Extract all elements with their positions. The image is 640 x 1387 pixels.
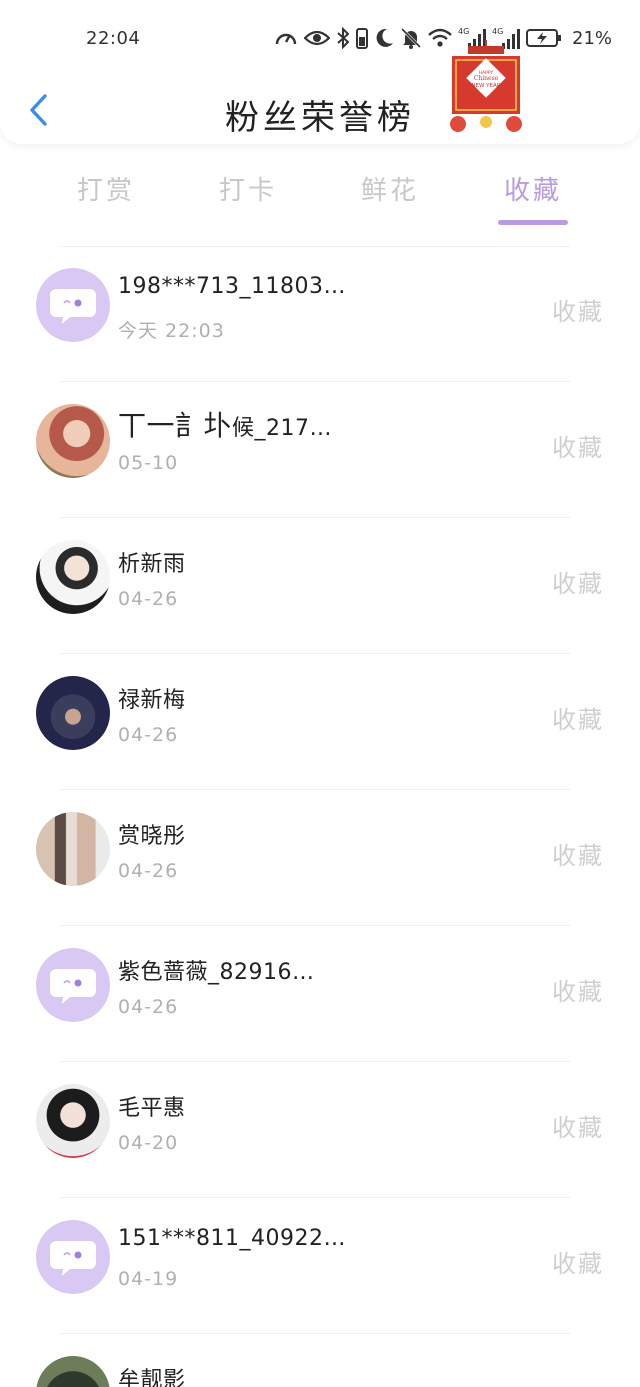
status-icons: 4G 4G 21% [274,24,612,52]
list-item[interactable]: 198***713_11803… 今天 22:03 收藏 [0,246,640,382]
item-date: 05-10 [118,452,179,474]
item-action-label: 收藏 [552,842,604,870]
list-item[interactable]: 析新雨 04-26 收藏 [0,518,640,654]
avatar[interactable] [36,540,110,614]
list-item[interactable]: 151***811_40922… 04-19 收藏 [0,1198,640,1334]
item-name: 析新雨 [118,552,186,577]
eye-icon [304,30,330,46]
battery-charging-icon [526,29,561,47]
default-avatar-icon [50,289,96,324]
avatar[interactable] [36,812,110,886]
item-name-main: 丅一訁圤 [118,409,233,442]
item-action-label: 收藏 [552,570,604,598]
battery-percent: 21% [572,27,613,49]
item-name: 牟靓影 [118,1368,186,1387]
list-item[interactable]: 毛平惠 04-20 收藏 [0,1062,640,1198]
avatar[interactable] [36,404,110,478]
page-title: 粉丝荣誉榜 [225,98,415,138]
item-action-label: 收藏 [552,1114,604,1142]
bell-off-icon [400,27,422,49]
item-name: 丅一訁圤候_217… [118,404,332,444]
list-item[interactable]: 禄新梅 04-26 收藏 [0,654,640,790]
svg-text:4G: 4G [492,27,503,36]
item-date: 今天 22:03 [118,320,225,342]
item-action-label: 收藏 [552,978,604,1006]
item-name: 198***713_11803… [118,274,346,299]
tab-favorites[interactable]: 收藏 [483,170,583,207]
phone-battery-icon [356,28,368,49]
tab-tip[interactable]: 打赏 [56,170,156,207]
avatar[interactable] [36,268,110,342]
active-tab-indicator [498,220,568,225]
tab-flowers[interactable]: 鲜花 [340,170,440,207]
avatar[interactable] [36,948,110,1022]
tab-checkin[interactable]: 打卡 [198,170,298,207]
new-year-badge: HAPPY Chinese NEW YEAR [450,40,522,132]
list-item[interactable]: 紫色蔷薇_82916… 04-26 收藏 [0,926,640,1062]
item-name: 紫色蔷薇_82916… [118,960,315,985]
default-avatar-icon [50,1241,96,1276]
item-date: 04-26 [118,724,179,746]
status-time: 22:04 [86,28,141,49]
status-bar: 22:04 4G 4G 21% [0,0,640,76]
item-action-label: 收藏 [552,298,604,326]
item-name-suffix: 候_217… [232,416,333,441]
item-date: 04-20 [118,1132,179,1154]
header: 粉丝荣誉榜 HAPPY Chinese NEW YEAR [0,40,640,144]
avatar[interactable] [36,1356,110,1387]
list-item[interactable]: 丅一訁圤候_217… 05-10 收藏 [0,382,640,518]
avatar[interactable] [36,1084,110,1158]
item-name: 151***811_40922… [118,1226,346,1251]
tab-bar: 打赏 打卡 鲜花 收藏 [0,160,640,230]
item-date: 04-26 [118,996,179,1018]
item-action-label: 收藏 [552,1250,604,1278]
avatar[interactable] [36,1220,110,1294]
item-action-label: 收藏 [552,706,604,734]
list-item[interactable]: 牟靓影 收藏 [0,1334,640,1387]
default-avatar-icon [50,969,96,1004]
item-name: 禄新梅 [118,688,186,713]
speedometer-icon [275,33,297,45]
item-date: 04-26 [118,588,179,610]
avatar[interactable] [36,676,110,750]
item-name: 赏晓彤 [118,824,186,849]
svg-text:Chinese: Chinese [474,75,499,82]
item-action-label: 收藏 [552,1380,604,1387]
item-date: 04-19 [118,1268,179,1290]
item-date: 04-26 [118,860,179,882]
svg-text:4G: 4G [458,27,469,36]
bluetooth-icon [337,27,350,49]
item-action-label: 收藏 [552,434,604,462]
list-item[interactable]: 赏晓彤 04-26 收藏 [0,790,640,926]
svg-text:NEW YEAR: NEW YEAR [471,83,500,89]
moon-icon [376,28,393,47]
item-name: 毛平惠 [118,1096,186,1121]
